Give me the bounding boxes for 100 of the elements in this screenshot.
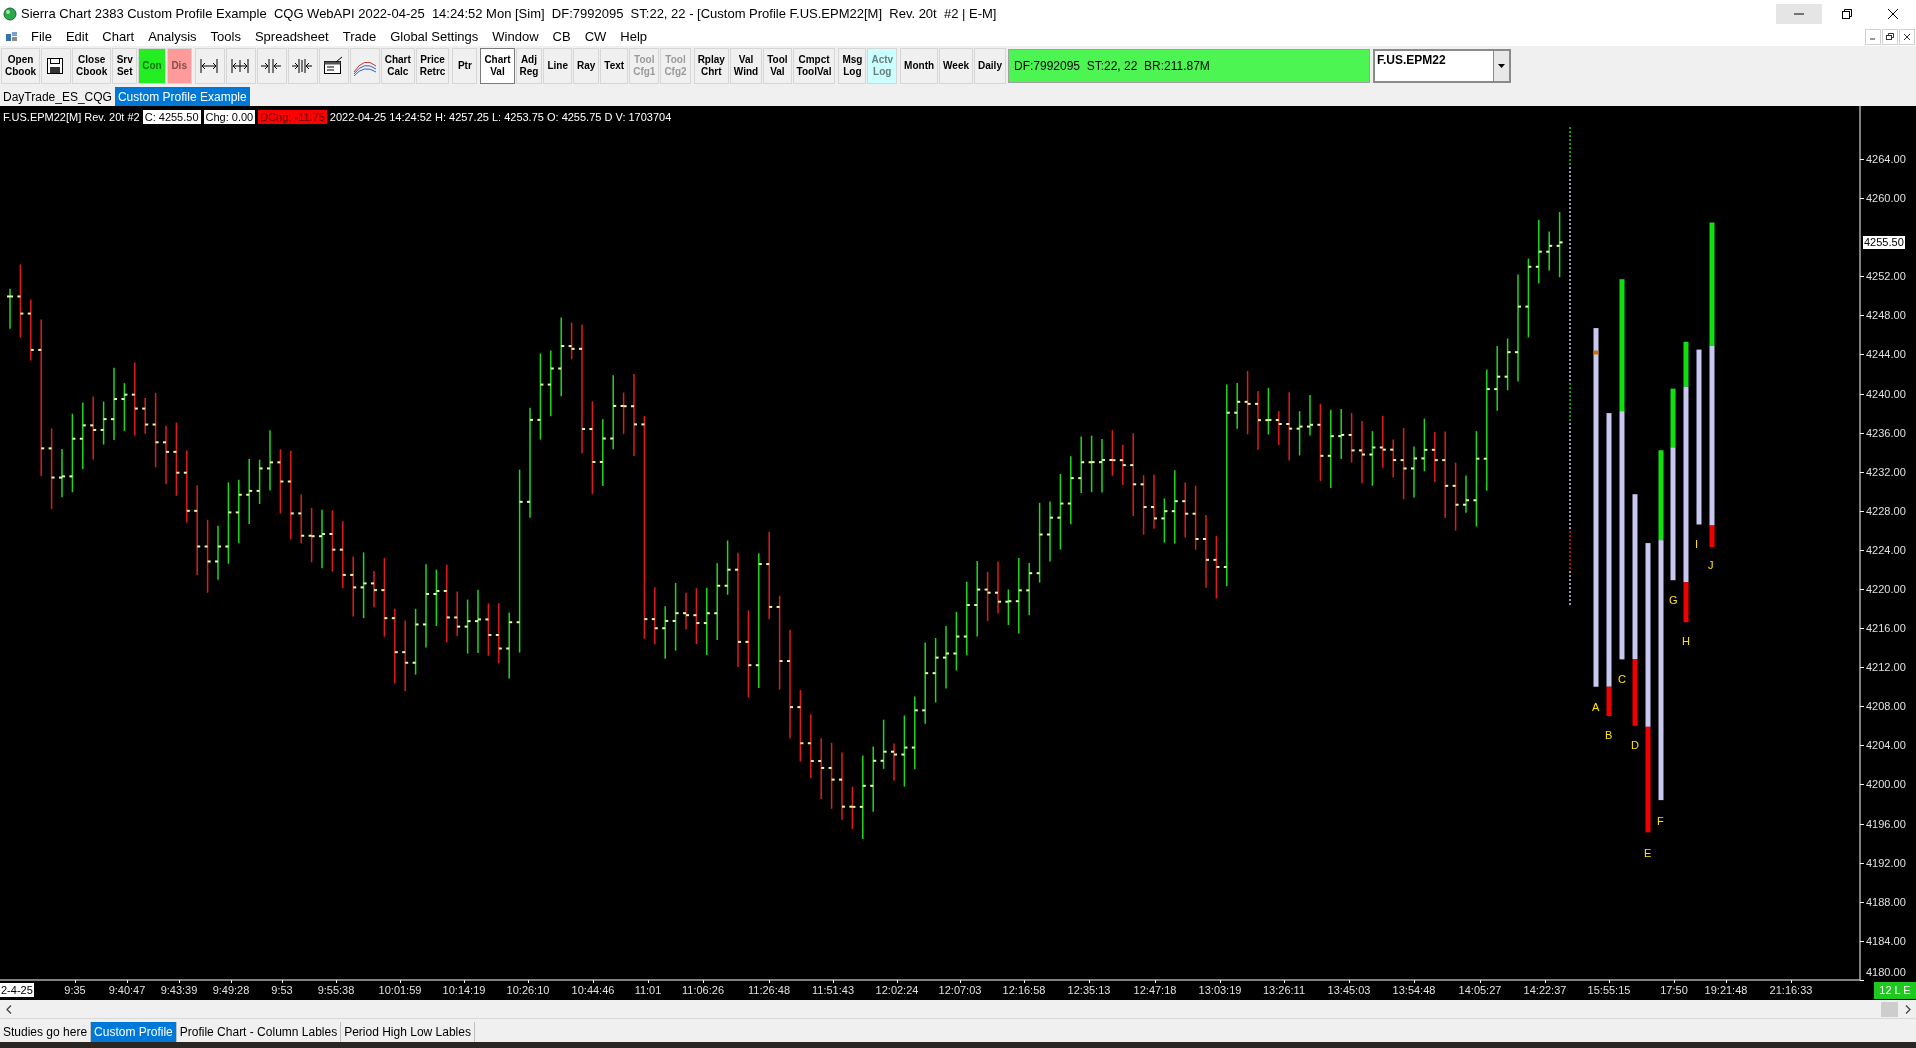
time-axis-label: 21:16:33 — [1769, 983, 1813, 997]
toolbar-button[interactable]: Msg Log — [838, 48, 867, 84]
time-axis-label: 13:26:11 — [1263, 983, 1305, 997]
bar-squeeze-icon — [290, 56, 315, 76]
menu-item[interactable]: Analysis — [141, 27, 204, 47]
toolbar-button[interactable]: Chart Val — [480, 48, 515, 84]
menu-item[interactable]: CB — [545, 27, 578, 47]
toolbar-button[interactable]: Srv Set — [112, 48, 138, 84]
time-axis-label: 12:35:13 — [1067, 983, 1111, 997]
toolbar-button[interactable]: Price Retrc — [415, 48, 450, 84]
time-axis-label: 12:02:24 — [875, 983, 919, 997]
menu-item[interactable]: File — [24, 27, 59, 47]
menu-item[interactable]: Chart — [95, 27, 142, 47]
menu-item[interactable]: Spreadsheet — [247, 27, 336, 47]
time-axis-label: 9:53 — [271, 983, 293, 997]
time-axis-label: 9:49:28 — [212, 983, 250, 997]
chart-header-text: 2022-04-25 14:24:52 H: 4257.25 L: 4253.75 O: 4255.75 D V: 1703704 — [329, 109, 672, 124]
chart-tab[interactable]: Custom Profile Example — [114, 87, 250, 106]
menu-item[interactable]: CW — [577, 27, 614, 47]
toolbar-button[interactable] — [318, 48, 349, 84]
toolbar-button[interactable]: Ptr — [452, 48, 478, 84]
toolbar-button[interactable]: Actv Log — [867, 48, 898, 84]
toolbar-button[interactable]: Text — [600, 48, 629, 84]
menu-item[interactable]: Trade — [335, 27, 384, 47]
profile-column-label: A — [1592, 701, 1600, 713]
symbol-dropdown[interactable]: F.US.EPM22 — [1372, 49, 1511, 83]
toolbar-button[interactable] — [41, 48, 72, 84]
time-axis-label: 15:55:15 — [1587, 983, 1631, 997]
toolbar-button[interactable]: Line — [543, 48, 572, 84]
time-axis-label: 12:16:58 — [1002, 983, 1046, 997]
time-axis-label: 14:22:37 — [1523, 983, 1567, 997]
time-axis-label: 11:01 — [634, 983, 662, 997]
time-axis-label: 12:47:18 — [1133, 983, 1177, 997]
menu-item[interactable]: Help — [613, 27, 655, 47]
time-axis-label: 11:51:43 — [812, 983, 854, 997]
chart-header-text: DChg: -11.75 — [258, 109, 327, 124]
menu-item[interactable]: Global Settings — [383, 27, 486, 47]
time-axis-label: 13:03:19 — [1198, 983, 1242, 997]
document-icon — [6, 32, 18, 42]
toolbar-button[interactable]: Tool Val — [763, 48, 792, 84]
price-axis-label: 4224.00 — [1866, 543, 1906, 556]
time-axis-label: 13:54:48 — [1392, 983, 1436, 997]
price-axis-label: 4264.00 — [1866, 153, 1906, 165]
time-axis-label: 10:26:10 — [506, 983, 550, 997]
toolbar-button[interactable]: Close Cbook — [72, 48, 112, 84]
toolbar-button[interactable]: Daily — [974, 48, 1006, 84]
toolbar-button[interactable]: Con — [138, 48, 166, 84]
study-tab[interactable]: Studies go here — [0, 1021, 92, 1042]
profile-column-label: E — [1644, 847, 1652, 859]
price-axis-label: 4184.00 — [1866, 934, 1906, 947]
time-axis-label: 11:06:26 — [682, 983, 724, 997]
profile-column-label: F — [1657, 815, 1664, 827]
profile-column-label: G — [1669, 594, 1678, 606]
time-axis-label: 12:07:03 — [938, 983, 982, 997]
time-axis-label: 14:05:27 — [1458, 983, 1502, 997]
price-axis-label: 4204.00 — [1866, 739, 1906, 752]
mdi-close-button[interactable] — [1899, 29, 1915, 45]
menu-item[interactable]: Edit — [58, 27, 96, 47]
toolbar-button[interactable]: Open Cbook — [1, 48, 41, 84]
time-axis-label: 2-4-25 — [0, 983, 34, 997]
price-axis-label: 4260.00 — [1866, 192, 1906, 205]
toolbar-button[interactable]: Month — [900, 48, 939, 84]
toolbar-button[interactable]: Adj Reg — [515, 48, 543, 84]
time-axis-label: 11:26:48 — [748, 983, 790, 997]
toolbar-button[interactable]: Chart Calc — [380, 48, 415, 84]
window-title: Sierra Chart 2383 Custom Profile Example CQG WebAPI 2022-04-25 14:24:52 Mon [Sim] DF:7992095 ST:22, 22 - [Custom Profile F.US.EPM22[M] Rev. 20t #2 | E-M] — [21, 5, 997, 24]
menu-item[interactable]: Window — [485, 27, 546, 47]
price-axis-label: 4188.00 — [1866, 895, 1906, 908]
time-axis-label: 10:44:46 — [571, 983, 615, 997]
price-axis-label: 4252.00 — [1866, 270, 1906, 283]
price-axis-label: 4200.00 — [1866, 778, 1906, 791]
restore-icon — [1842, 9, 1852, 19]
profile-column-label: D — [1631, 739, 1639, 751]
price-axis-label: 4232.00 — [1866, 465, 1906, 478]
toolbar-button[interactable]: Val Wind — [729, 48, 763, 84]
price-axis-label: 4240.00 — [1866, 387, 1906, 400]
time-axis-label: 19:21:48 — [1704, 983, 1748, 997]
study-tab[interactable]: Custom Profile — [91, 1021, 177, 1042]
toolbar-button[interactable]: Cmpct ToolVal — [792, 48, 836, 84]
scroll-thumb[interactable] — [1881, 1001, 1898, 1017]
menu-item[interactable]: Tools — [203, 27, 248, 47]
price-axis-label: 4180.00 — [1866, 966, 1906, 978]
current-price-label: 4255.50 — [1862, 235, 1906, 250]
time-axis-label: 10:14:19 — [442, 983, 486, 997]
chart-header-text: Rev. 20t #2 — [84, 109, 140, 124]
mdi-restore-button[interactable] — [1882, 29, 1898, 45]
profile-column-label: J — [1708, 559, 1714, 571]
toolbar-button[interactable]: Rplay Chrt — [693, 48, 729, 84]
chart-header-text: F.US.EPM22[M] — [3, 109, 82, 124]
price-axis-label: 4208.00 — [1866, 700, 1906, 713]
app-logo-icon — [3, 7, 17, 21]
price-axis-label: 4244.00 — [1866, 348, 1906, 361]
time-axis-label: 9:35 — [64, 983, 86, 997]
toolbar-button[interactable]: Week — [939, 48, 974, 84]
toolbar-button[interactable]: Ray — [572, 48, 600, 84]
minimize-button[interactable] — [1776, 4, 1822, 24]
price-axis-label: 4192.00 — [1866, 856, 1906, 869]
close-icon — [1888, 9, 1898, 19]
price-axis-label: 4212.00 — [1866, 661, 1906, 674]
chart-header-text: Chg: 0.00 — [203, 109, 256, 124]
